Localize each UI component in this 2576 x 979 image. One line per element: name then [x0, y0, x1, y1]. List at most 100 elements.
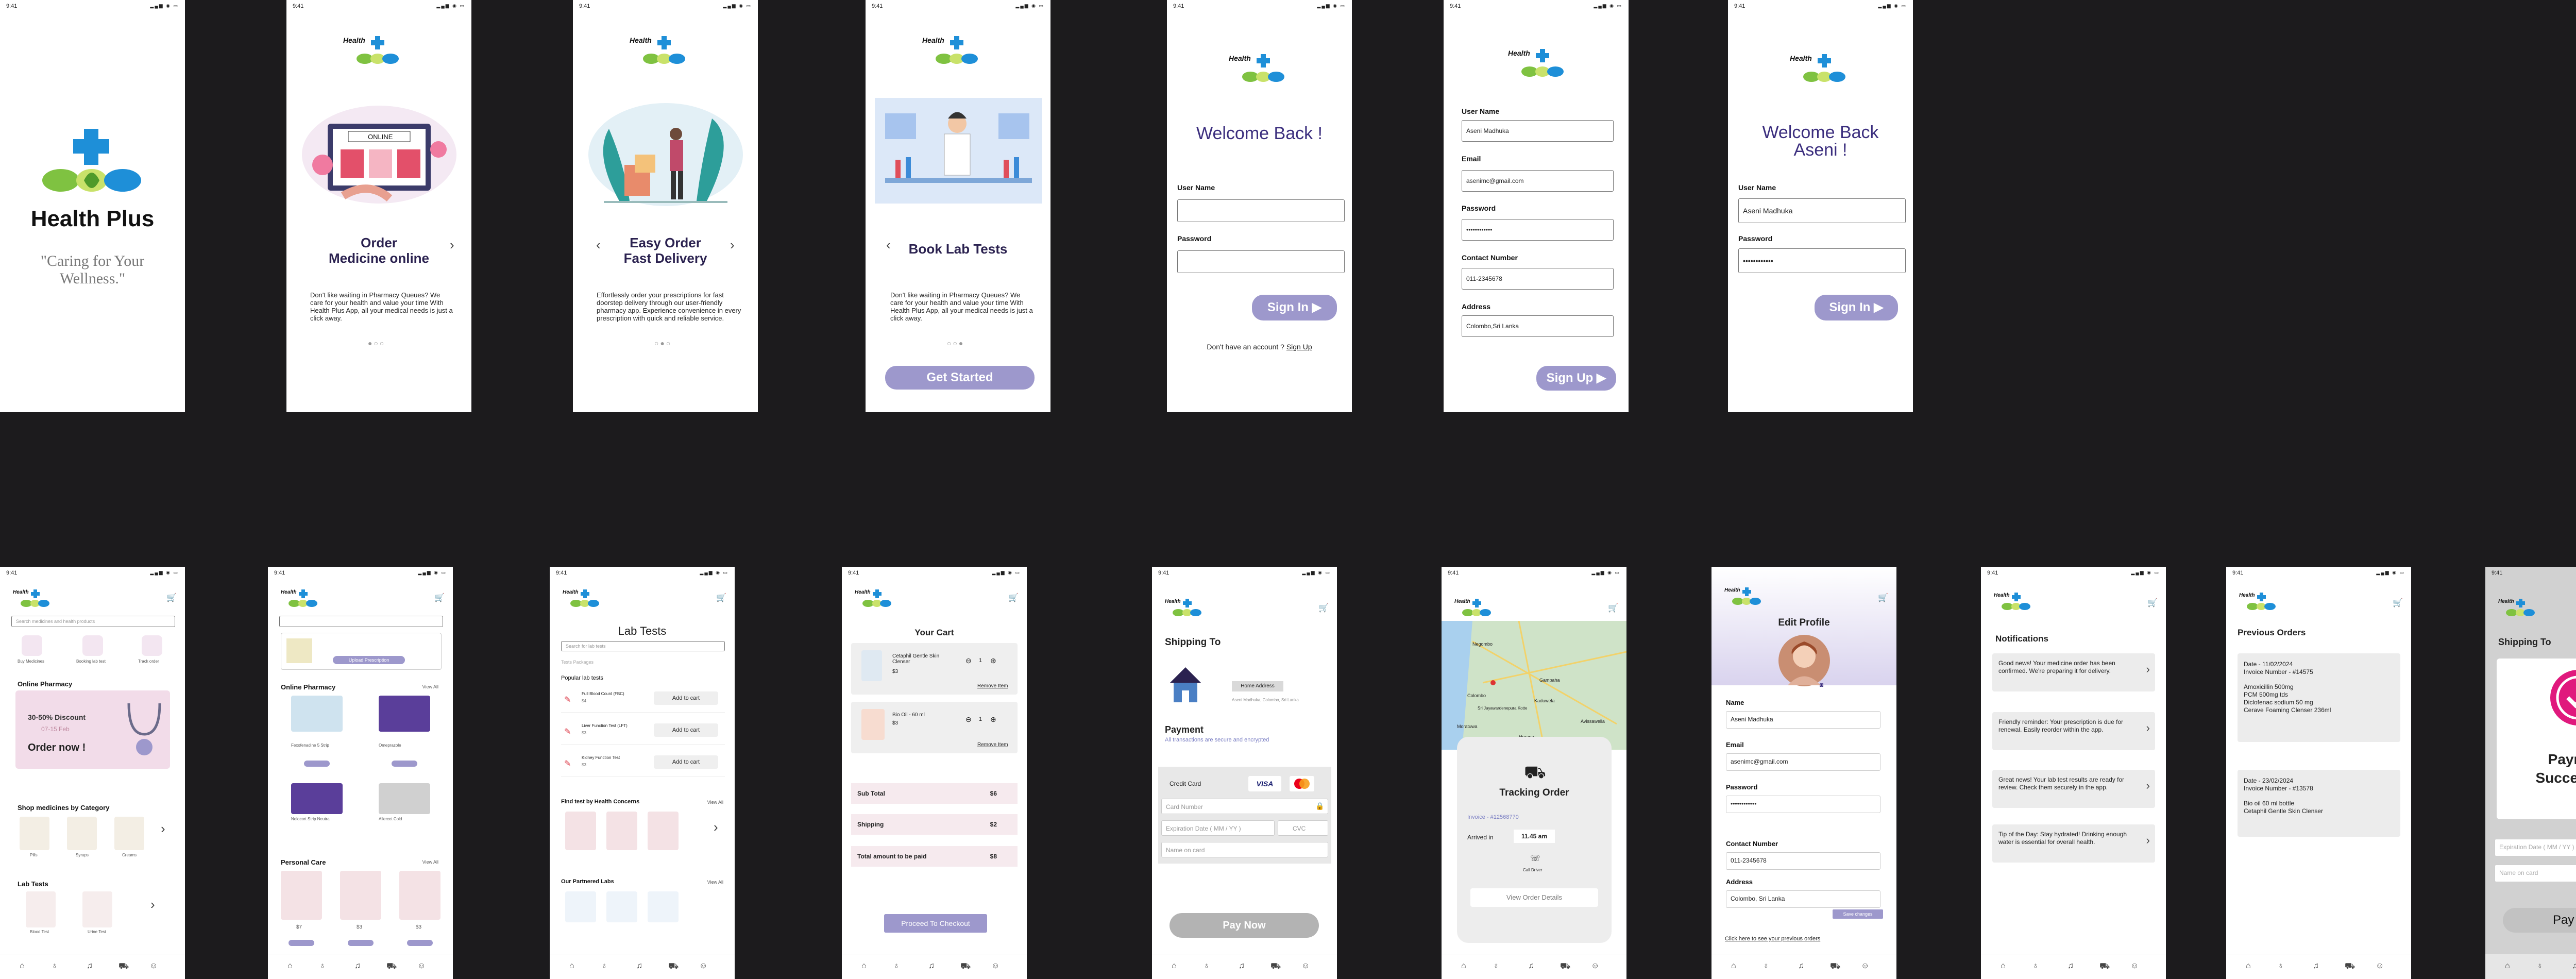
- contact-input[interactable]: 011-2345678: [1462, 268, 1614, 290]
- order-card[interactable]: Date - 23/02/2024 Invoice Number - #1357…: [2238, 770, 2400, 837]
- cart-icon[interactable]: 🛒: [1008, 593, 1019, 602]
- cart-icon[interactable]: 🛒: [1608, 603, 1618, 613]
- bulb-icon[interactable]: ♁: [319, 961, 326, 971]
- user-icon[interactable]: ☺: [149, 961, 158, 971]
- labs-next-icon[interactable]: ›: [150, 897, 155, 913]
- truck-icon[interactable]: ⛟: [2099, 961, 2110, 972]
- home-icon[interactable]: ⌂: [1461, 961, 1466, 971]
- add-button[interactable]: [304, 761, 330, 767]
- promo-banner[interactable]: 30-50% Discount 07-15 Feb Order now !: [15, 690, 170, 769]
- user-icon[interactable]: ☺: [991, 961, 999, 971]
- partner-logo[interactable]: [648, 891, 679, 922]
- truck-icon[interactable]: ⛟: [2345, 961, 2355, 972]
- category-syrups[interactable]: [67, 817, 97, 850]
- name-on-card-input[interactable]: Name on card: [2495, 865, 2576, 882]
- add-to-cart-button[interactable]: Add to cart: [654, 691, 718, 705]
- avatar[interactable]: [1777, 634, 1831, 687]
- order-card[interactable]: Date - 11/02/2024 Invoice Number - #1457…: [2238, 653, 2400, 742]
- notification-item[interactable]: Tip of the Day: Stay hydrated! Drinking …: [1992, 824, 2155, 863]
- care-product-image[interactable]: [340, 871, 381, 920]
- cart-icon[interactable]: 🛒: [1318, 603, 1329, 613]
- signin-button[interactable]: Sign In ▶: [1252, 295, 1337, 320]
- add-button[interactable]: [407, 940, 433, 946]
- view-all-link[interactable]: View All: [707, 800, 723, 805]
- user-icon[interactable]: ☺: [1591, 961, 1599, 971]
- username-input[interactable]: [1177, 199, 1345, 222]
- remove-item-link[interactable]: Remove Item: [977, 683, 1008, 689]
- bell-icon[interactable]: ♫: [2067, 961, 2074, 971]
- home-address-tag[interactable]: Home Address: [1232, 681, 1283, 691]
- product-image[interactable]: [379, 696, 430, 732]
- search-input[interactable]: Search medicines and health products: [11, 616, 175, 627]
- bulb-icon[interactable]: ♁: [1204, 961, 1210, 971]
- pay-now-button[interactable]: Pay Now: [2503, 908, 2576, 933]
- partner-logo[interactable]: [565, 891, 596, 922]
- user-icon[interactable]: ☺: [1301, 961, 1310, 971]
- bulb-icon[interactable]: ♁: [601, 961, 607, 971]
- next-arrow-icon[interactable]: ›: [450, 237, 454, 253]
- previous-orders-link[interactable]: Click here to see your previous orders: [1725, 936, 1820, 942]
- cvc-input[interactable]: CVC: [1278, 820, 1328, 836]
- user-icon[interactable]: ☺: [699, 961, 707, 971]
- bell-icon[interactable]: ♫: [636, 961, 642, 971]
- get-started-button[interactable]: Get Started: [885, 366, 1035, 390]
- map-view[interactable]: Negombo Gampaha Colombo Sri Jayawardenep…: [1442, 621, 1626, 750]
- bell-icon[interactable]: ♫: [1528, 961, 1534, 971]
- bell-icon[interactable]: ♫: [1798, 961, 1804, 971]
- bulb-icon[interactable]: ♁: [1763, 961, 1769, 971]
- visa-icon[interactable]: VISA: [1248, 776, 1281, 791]
- signup-button[interactable]: Sign Up ▶: [1536, 366, 1616, 391]
- username-input[interactable]: Aseni Madhuka: [1738, 198, 1906, 223]
- mastercard-icon[interactable]: [1290, 776, 1314, 791]
- product-image[interactable]: [291, 783, 343, 814]
- plus-icon[interactable]: ⊕: [990, 715, 996, 724]
- call-driver-label[interactable]: Call Driver: [1523, 868, 1542, 872]
- truck-icon[interactable]: ⛟: [118, 961, 129, 972]
- view-all-link[interactable]: View All: [707, 880, 723, 885]
- signin-button[interactable]: Sign In ▶: [1815, 295, 1898, 320]
- user-icon[interactable]: ☺: [2130, 961, 2139, 971]
- product-image[interactable]: [379, 783, 430, 814]
- expiry-input[interactable]: Expiration Date ( MM / YY ): [2495, 839, 2576, 856]
- truck-icon[interactable]: ⛟: [1830, 961, 1840, 972]
- heart-concern-card[interactable]: [606, 812, 637, 850]
- category-next-icon[interactable]: ›: [161, 821, 165, 837]
- category-pills[interactable]: [20, 817, 49, 850]
- remove-item-link[interactable]: Remove Item: [977, 742, 1008, 748]
- home-icon[interactable]: ⌂: [2505, 961, 2510, 971]
- bulb-icon[interactable]: ♁: [2278, 961, 2284, 971]
- add-to-cart-button[interactable]: Add to cart: [654, 755, 718, 769]
- view-all-link[interactable]: View All: [422, 684, 438, 689]
- notification-item[interactable]: Friendly reminder: Your prescription is …: [1992, 712, 2155, 750]
- password-input[interactable]: ••••••••••••: [1726, 796, 1880, 813]
- truck-icon[interactable]: ⛟: [386, 961, 397, 972]
- concerns-next-icon[interactable]: ›: [714, 819, 718, 835]
- add-button[interactable]: [392, 761, 417, 767]
- card-number-input[interactable]: Card Number: [1161, 799, 1328, 814]
- expiry-input[interactable]: Expiration Date ( MM / YY ): [1161, 820, 1275, 836]
- bulb-icon[interactable]: ♁: [1493, 961, 1499, 971]
- name-on-card-input[interactable]: Name on card: [1161, 842, 1328, 857]
- add-to-cart-button[interactable]: Add to cart: [654, 723, 718, 737]
- cart-icon[interactable]: 🛒: [166, 593, 177, 602]
- bulb-icon[interactable]: ♁: [52, 961, 58, 971]
- blood-test-card[interactable]: [26, 891, 56, 927]
- tabs[interactable]: Tests Packages: [561, 660, 594, 665]
- view-all-link[interactable]: View All: [422, 859, 438, 865]
- home-icon[interactable]: ⌂: [1731, 961, 1736, 971]
- bulb-icon[interactable]: ♁: [2032, 961, 2039, 971]
- minus-icon[interactable]: ⊖: [965, 656, 972, 665]
- cart-icon[interactable]: 🛒: [1878, 593, 1888, 602]
- save-changes-button[interactable]: Save changes: [1833, 909, 1883, 919]
- home-icon[interactable]: ⌂: [2246, 961, 2251, 971]
- password-input[interactable]: ••••••••••••: [1462, 219, 1614, 241]
- cart-icon[interactable]: 🛒: [2393, 598, 2403, 607]
- pay-now-button[interactable]: Pay Now: [1170, 913, 1319, 938]
- bell-icon[interactable]: ♫: [2313, 961, 2319, 971]
- username-input[interactable]: Aseni Madhuka: [1462, 120, 1614, 142]
- urine-test-card[interactable]: [82, 891, 112, 927]
- buy-medicines-icon[interactable]: [22, 635, 42, 656]
- user-icon[interactable]: ☺: [1861, 961, 1869, 971]
- care-product-image[interactable]: [281, 871, 322, 920]
- password-input[interactable]: ••••••••••••: [1738, 248, 1906, 273]
